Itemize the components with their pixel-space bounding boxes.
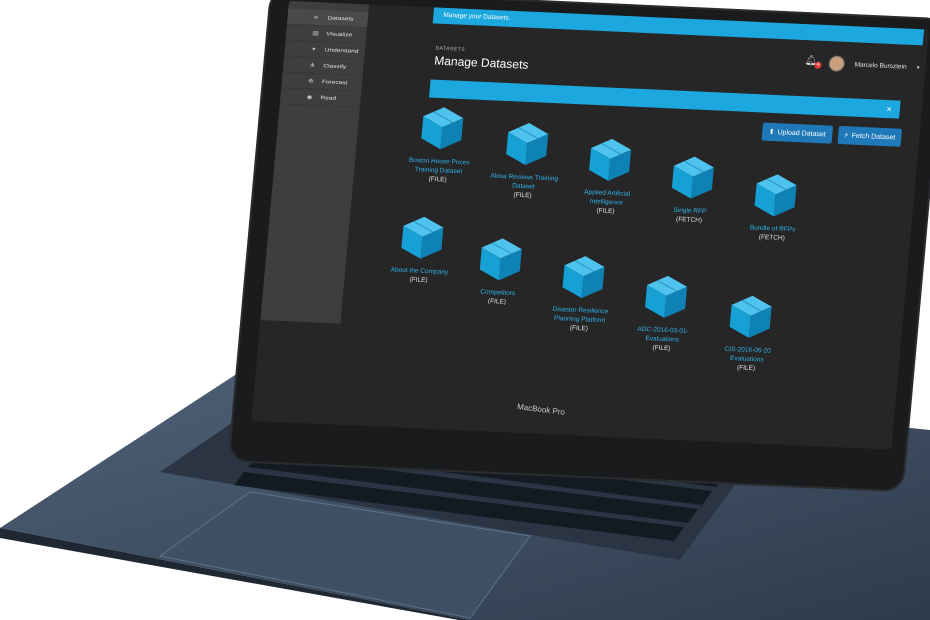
sidebar-item-label: Understand <box>324 47 359 54</box>
dataset-type: (FILE) <box>736 364 756 373</box>
cube-icon <box>562 256 605 299</box>
notice-text: Manage your Datasets. <box>443 11 511 22</box>
dataset-type: (FILE) <box>513 191 532 200</box>
dataset-card[interactable]: Disaster Resilience Planning Platform (F… <box>541 250 622 334</box>
page-title: Manage Datasets <box>433 53 530 72</box>
road-icon: ⟰ <box>307 78 315 85</box>
avatar[interactable] <box>827 55 846 72</box>
bar-chart-icon: ▥ <box>312 30 320 37</box>
dataset-card[interactable]: ADC-2016-03-01-Evaluations (FILE) <box>624 270 705 354</box>
dataset-card[interactable]: Single RFP (FETCH) <box>652 151 732 226</box>
cube-icon <box>506 123 549 166</box>
dataset-card[interactable]: Bundle of RFPs (FETCH) <box>734 169 814 244</box>
breadcrumb: DATASETS <box>435 45 466 53</box>
laptop-lid: ≡ Datasets ▥ Visualize ✦ Understand ⋔ Cl… <box>229 0 930 491</box>
dataset-type: (FETCH) <box>675 216 703 225</box>
cube-icon <box>479 238 522 281</box>
dataset-card[interactable]: Alexa Reviews Training Dataset (FILE) <box>485 117 566 201</box>
cube-icon <box>645 275 688 318</box>
user-menu: 🔔︎ 4 Marcelo Bursztein ▾ <box>804 54 920 75</box>
sidebar: ≡ Datasets ▥ Visualize ✦ Understand ⋔ Cl… <box>251 0 370 324</box>
notification-count: 4 <box>814 61 822 69</box>
database-icon: ≡ <box>313 14 319 21</box>
sidebar-item-label: Forecast <box>321 78 348 86</box>
dataset-card[interactable]: Competitors (FILE) <box>460 233 540 308</box>
notifications-button[interactable]: 🔔︎ 4 <box>804 55 822 70</box>
cube-icon <box>589 138 632 181</box>
sidebar-item-label: Visualize <box>326 31 353 38</box>
sidebar-item-label: Classify <box>323 63 347 70</box>
dataset-card[interactable]: Applied Artificial Intelligence (FILE) <box>568 133 649 217</box>
dataset-type: (FILE) <box>596 207 615 216</box>
sitemap-icon: ⋔ <box>309 62 316 69</box>
dataset-grid: Boston House Prices Training Dataset (FI… <box>389 92 897 424</box>
dataset-type: (FILE) <box>428 175 448 184</box>
cube-icon <box>421 107 464 150</box>
eye-icon: ◉ <box>306 94 313 101</box>
sidebar-item-label: Read <box>320 94 337 101</box>
sidebar-item-read[interactable]: ◉ Read <box>267 87 362 108</box>
app-screen: ≡ Datasets ▥ Visualize ✦ Understand ⋔ Cl… <box>251 0 930 450</box>
lightbulb-icon: ✦ <box>310 46 317 53</box>
dataset-type: (FILE) <box>487 297 507 306</box>
dataset-name[interactable]: Disaster Resilience Planning Platform <box>542 304 618 325</box>
cube-icon <box>754 174 797 217</box>
cube-icon <box>729 295 772 338</box>
sidebar-item-label: Datasets <box>327 15 354 22</box>
dataset-type: (FILE) <box>569 324 589 333</box>
dataset-type: (FETCH) <box>758 233 786 242</box>
dataset-card[interactable]: Boston House Prices Training Dataset (FI… <box>400 102 481 186</box>
cube-icon <box>671 156 714 199</box>
notice-banner: Manage your Datasets. <box>432 5 925 46</box>
chevron-down-icon[interactable]: ▾ <box>916 64 920 71</box>
cube-icon <box>401 216 444 259</box>
dataset-card[interactable]: About the Company (FILE) <box>381 211 461 286</box>
dataset-type: (FILE) <box>652 344 671 353</box>
user-name[interactable]: Marcelo Bursztein <box>854 61 907 70</box>
dataset-card[interactable]: CIS-2016-06-20 Evaluations (FILE) <box>709 290 790 374</box>
